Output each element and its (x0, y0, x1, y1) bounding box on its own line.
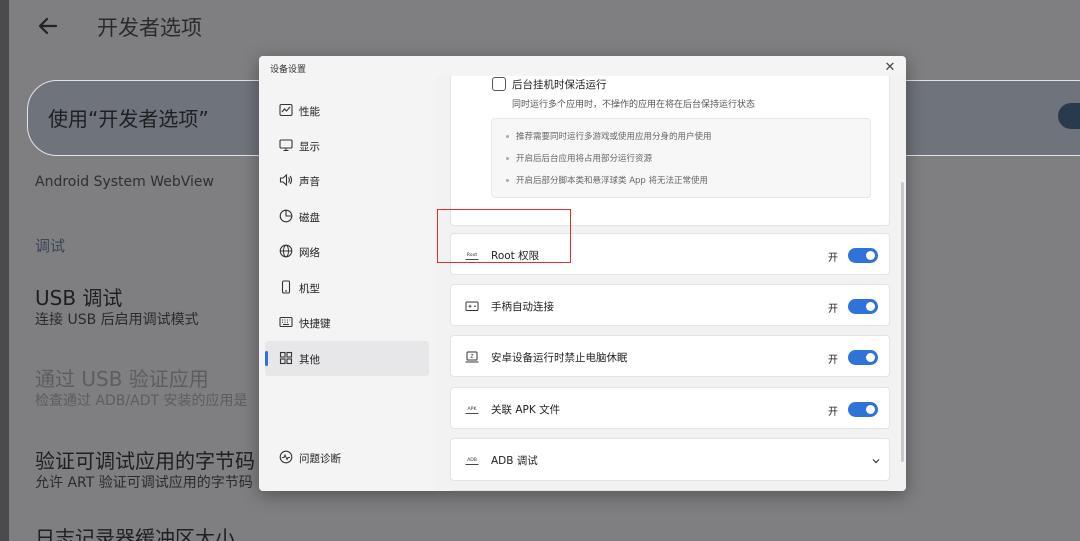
setting-root-permission: Root Root 权限 开 (450, 233, 890, 275)
nav-item-label: 声音 (299, 176, 320, 188)
setting-associate-apk: APK 关联 APK 文件 开 (450, 387, 890, 429)
nav-item-sound[interactable]: 声音 (265, 163, 429, 198)
setting-label: 手柄自动连接 (491, 301, 554, 313)
tip-item: 开启后部分脚本类和悬浮球类 App 将无法正常使用 (505, 176, 709, 186)
setting-adb-debug[interactable]: ADB ADB 调试 (450, 438, 890, 481)
nav-item-model[interactable]: 机型 (265, 270, 429, 305)
sound-icon (279, 173, 293, 187)
nav-item-disk[interactable]: 磁盘 (265, 199, 429, 234)
keepalive-title: 后台挂机时保活运行 (512, 79, 607, 91)
setting-state: 开 (828, 355, 838, 366)
verify-usb-subtitle: 检查通过 ADB/ADT 安装的应用是 (35, 393, 248, 409)
associate-apk-switch[interactable] (848, 402, 878, 417)
nav-item-network[interactable]: 网络 (265, 234, 429, 269)
tip-item: 推荐需要同时运行多游戏或使用应用分身的用户使用 (506, 132, 712, 142)
use-developer-options-label: 使用“开发者选项” (48, 107, 209, 131)
keepalive-tips-box: 推荐需要同时运行多游戏或使用应用分身的用户使用 开启后后台应用将占用部分运行资源… (491, 118, 871, 198)
device-settings-dialog: 设备设置 ✕ 性能 显示 声音 磁盘 网络 机型 快捷键 其他 问题诊断 后台挂… (259, 56, 906, 491)
diagnose-label: 问题诊断 (299, 453, 341, 465)
nav-item-label: 机型 (299, 283, 320, 295)
grid-icon (279, 351, 293, 365)
setting-prevent-sleep: Z 安卓设备运行时禁止电脑休眠 开 (450, 335, 890, 377)
logger-buffer-title[interactable]: 日志记录器缓冲区大小 (35, 522, 235, 541)
setting-state: 开 (828, 253, 838, 264)
nav-item-performance[interactable]: 性能 (265, 93, 429, 128)
keepalive-checkbox[interactable] (492, 77, 506, 91)
display-icon (279, 139, 293, 152)
nav-item-other[interactable]: 其他 (265, 341, 429, 376)
svg-text:ADB: ADB (467, 457, 477, 463)
content-scrollbar[interactable] (901, 182, 904, 462)
keepalive-description: 同时运行多个应用时，不操作的应用在将在后台保持运行状态 (512, 100, 756, 110)
usb-debug-subtitle: 连接 USB 后启用调试模式 (35, 312, 199, 328)
close-icon[interactable]: ✕ (883, 61, 897, 75)
tip-item: 开启后后台应用将占用部分运行资源 (505, 154, 653, 164)
verify-bytecode-subtitle: 允许 ART 验证可调试应用的字节码 (35, 475, 253, 491)
nav-item-label: 网络 (299, 247, 320, 259)
gamepad-icon (465, 301, 479, 311)
window-edge (0, 0, 9, 541)
setting-label: 关联 APK 文件 (491, 404, 561, 416)
prevent-sleep-switch[interactable] (848, 350, 878, 365)
nav-item-shortcuts[interactable]: 快捷键 (265, 305, 429, 340)
nav-item-label: 快捷键 (299, 318, 331, 330)
setting-gamepad-autoconnect: 手柄自动连接 开 (450, 284, 890, 326)
keyboard-icon (279, 316, 293, 328)
svg-text:Root: Root (467, 252, 478, 258)
setting-label: 安卓设备运行时禁止电脑休眠 (491, 352, 628, 364)
diagnose-button[interactable]: 问题诊断 (265, 440, 429, 475)
svg-text:Z: Z (470, 354, 474, 360)
root-icon: Root (465, 252, 479, 260)
verify-bytecode-title[interactable]: 验证可调试应用的字节码 (35, 445, 255, 474)
page-title: 开发者选项 (97, 16, 202, 40)
network-icon (279, 244, 293, 258)
diagnose-icon (279, 450, 293, 464)
webview-item[interactable]: Android System WebView (35, 174, 214, 190)
use-developer-options-switch[interactable] (1058, 103, 1080, 129)
nav-item-label: 其他 (299, 354, 320, 366)
adb-icon: ADB (465, 457, 479, 465)
usb-debug-title[interactable]: USB 调试 (35, 282, 122, 311)
phone-icon (281, 280, 291, 294)
setting-state: 开 (828, 407, 838, 418)
settings-content-pane: 后台挂机时保活运行 同时运行多个应用时，不操作的应用在将在后台保持运行状态 推荐… (436, 76, 906, 491)
chevron-down-icon[interactable] (871, 456, 881, 466)
nav-item-label: 性能 (299, 106, 320, 118)
section-debug-header: 调试 (35, 237, 66, 255)
keepalive-card: 后台挂机时保活运行 同时运行多个应用时，不操作的应用在将在后台保持运行状态 推荐… (450, 76, 890, 226)
nav-item-label: 磁盘 (299, 212, 320, 224)
gamepad-autoconnect-switch[interactable] (848, 299, 878, 314)
apk-icon: APK (465, 406, 479, 414)
setting-next-item (450, 490, 890, 491)
svg-text:APK: APK (468, 406, 478, 412)
setting-state: 开 (828, 304, 838, 315)
verify-usb-title: 通过 USB 验证应用 (35, 367, 209, 391)
setting-label: ADB 调试 (491, 455, 538, 467)
root-permission-switch[interactable] (848, 248, 878, 263)
performance-icon (279, 103, 293, 117)
sleep-icon: Z (465, 351, 479, 363)
disk-icon (279, 209, 293, 223)
back-arrow-icon[interactable] (36, 14, 60, 38)
nav-item-display[interactable]: 显示 (265, 128, 429, 163)
nav-item-label: 显示 (299, 141, 320, 153)
setting-label: Root 权限 (491, 250, 540, 262)
settings-sidebar: 性能 显示 声音 磁盘 网络 机型 快捷键 其他 问题诊断 (259, 56, 434, 491)
